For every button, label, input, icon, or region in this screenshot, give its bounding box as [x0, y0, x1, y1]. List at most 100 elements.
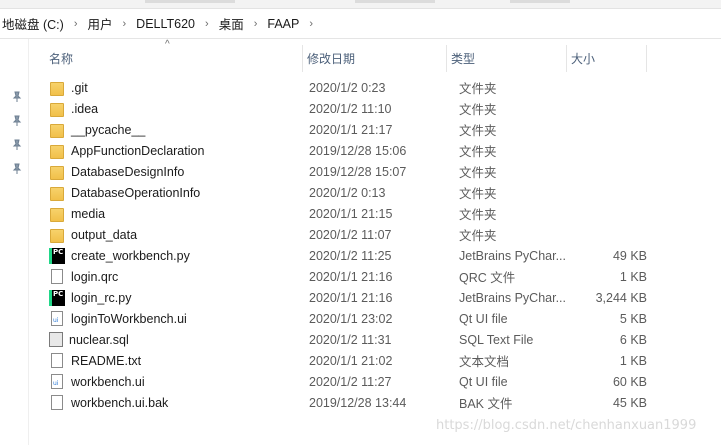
file-date: 2019/12/28 15:07 [309, 164, 407, 179]
column-header-date[interactable]: 修改日期 [303, 45, 447, 72]
file-size: 45 KB [612, 395, 647, 410]
file-name: DatabaseDesignInfo [71, 164, 185, 179]
breadcrumb-drive[interactable]: 地磁盘 (C:) [0, 9, 66, 38]
file-size: 1 KB [619, 269, 647, 284]
file-type: 文件夹 [459, 145, 497, 159]
file-name-cell: workbench.ui.bak [45, 395, 303, 410]
file-name: workbench.ui [71, 374, 145, 389]
folder-icon [50, 228, 64, 243]
file-type: 文本文档 [459, 355, 510, 369]
file-name-cell: README.txt [45, 353, 303, 368]
file-row[interactable]: __pycache__ 2020/1/1 21:17 文件夹 [45, 119, 695, 140]
sql-file-icon [49, 332, 63, 347]
file-row[interactable]: workbench.ui.bak 2019/12/28 13:44 BAK 文件 45… [45, 392, 695, 413]
pycharm-icon: PC [49, 289, 65, 306]
file-row[interactable]: PC login_rc.py 2020/1/1 21:16 JetBrains PyC… [45, 287, 695, 308]
file-name: README.txt [71, 353, 142, 368]
file-name: login_rc.py [71, 290, 132, 305]
file-size: 3,244 KB [595, 290, 647, 305]
column-header-row: ^ 名称 修改日期 类型 大小 [45, 39, 647, 72]
file-list: .git 2020/1/2 0:23 文件夹 .idea 2020/1/2 11:10 文… [45, 77, 695, 413]
file-row[interactable]: DatabaseDesignInfo 2019/12/28 15:07 文件夹 [45, 161, 695, 182]
navigation-pane [0, 39, 29, 445]
file-row[interactable]: README.txt 2020/1/1 21:02 文本文档 1 KB [45, 350, 695, 371]
file-name-cell: ui loginToWorkbench.ui [45, 311, 303, 326]
file-name: DatabaseOperationInfo [71, 185, 201, 200]
file-name: __pycache__ [71, 122, 146, 137]
chevron-right-icon[interactable]: › [254, 18, 258, 30]
chevron-right-icon[interactable]: › [309, 18, 313, 30]
file-type: BAK 文件 [459, 397, 513, 411]
file-type: 文件夹 [459, 103, 497, 117]
file-type: Qt UI file [459, 311, 508, 326]
pin-icon[interactable] [11, 115, 23, 127]
pin-icon[interactable] [11, 91, 23, 103]
file-type: 文件夹 [459, 82, 497, 96]
column-header-size[interactable]: 大小 [567, 45, 647, 72]
file-date: 2020/1/1 23:02 [309, 311, 393, 326]
file-name-cell: PC create_workbench.py [45, 247, 303, 264]
file-date: 2020/1/1 21:16 [309, 269, 393, 284]
file-row[interactable]: login.qrc 2020/1/1 21:16 QRC 文件 1 KB [45, 266, 695, 287]
file-row[interactable]: output_data 2020/1/2 11:07 文件夹 [45, 224, 695, 245]
file-row[interactable]: media 2020/1/1 21:15 文件夹 [45, 203, 695, 224]
file-name: media [71, 206, 106, 221]
file-date: 2020/1/1 21:02 [309, 353, 393, 368]
file-size: 60 KB [612, 374, 647, 389]
file-type: JetBrains PyChar... [459, 248, 566, 263]
file-date: 2020/1/2 11:27 [309, 374, 392, 389]
file-date: 2020/1/2 11:07 [309, 227, 392, 242]
ribbon-remnant [0, 0, 721, 9]
file-name: output_data [71, 227, 138, 242]
file-icon [51, 353, 63, 368]
pin-icon[interactable] [11, 163, 23, 175]
address-bar[interactable]: 地磁盘 (C:) › 用户 › DELLT620 › 桌面 › FAAP › [0, 9, 721, 39]
file-type: SQL Text File [459, 332, 534, 347]
column-header-name[interactable]: ^ 名称 [45, 39, 303, 72]
file-name-cell: ui workbench.ui [45, 374, 303, 389]
file-size: 1 KB [619, 353, 647, 368]
file-name-cell: DatabaseOperationInfo [45, 185, 303, 201]
file-row[interactable]: DatabaseOperationInfo 2020/1/2 0:13 文件夹 [45, 182, 695, 203]
pin-icon[interactable] [11, 139, 23, 151]
ui-file-icon: ui [51, 374, 63, 389]
pycharm-icon: PC [49, 247, 65, 264]
ui-file-icon: ui [51, 311, 63, 326]
file-type: 文件夹 [459, 187, 497, 201]
column-header-type-label: 类型 [451, 52, 476, 66]
file-type: 文件夹 [459, 166, 497, 180]
chevron-right-icon[interactable]: › [205, 18, 209, 30]
file-icon [51, 395, 63, 410]
file-row[interactable]: AppFunctionDeclaration 2019/12/28 15:06 文件… [45, 140, 695, 161]
file-name: loginToWorkbench.ui [71, 311, 187, 326]
file-name: login.qrc [71, 269, 119, 284]
file-name-cell: media [45, 206, 303, 222]
file-date: 2019/12/28 15:06 [309, 143, 407, 158]
file-type: Qt UI file [459, 374, 508, 389]
column-header-type[interactable]: 类型 [447, 45, 567, 72]
breadcrumb-faap[interactable]: FAAP [265, 9, 301, 38]
file-row[interactable]: PC create_workbench.py 2020/1/2 11:25 JetBr… [45, 245, 695, 266]
file-date: 2020/1/2 0:13 [309, 185, 386, 200]
ribbon-divider [510, 0, 570, 3]
file-name-cell: AppFunctionDeclaration [45, 144, 303, 159]
file-row[interactable]: nuclear.sql 2020/1/2 11:31 SQL Text File 6 … [45, 329, 695, 350]
file-row[interactable]: ui workbench.ui 2020/1/2 11:27 Qt UI file 60… [45, 371, 695, 392]
file-name: workbench.ui.bak [71, 395, 169, 410]
folder-icon [50, 165, 64, 180]
breadcrumb-desktop[interactable]: 桌面 [217, 9, 246, 38]
file-row[interactable]: .git 2020/1/2 0:23 文件夹 [45, 77, 695, 98]
file-date: 2020/1/1 21:17 [309, 122, 393, 137]
file-date: 2019/12/28 13:44 [309, 395, 407, 410]
breadcrumb-users[interactable]: 用户 [85, 9, 114, 38]
chevron-right-icon[interactable]: › [123, 18, 127, 30]
file-row[interactable]: ui loginToWorkbench.ui 2020/1/1 23:02 Qt UI… [45, 308, 695, 329]
file-date: 2020/1/1 21:15 [309, 206, 393, 221]
file-name-cell: .idea [45, 102, 303, 117]
file-name-cell: __pycache__ [45, 122, 303, 138]
file-row[interactable]: .idea 2020/1/2 11:10 文件夹 [45, 98, 695, 119]
folder-icon [50, 186, 64, 201]
file-size: 5 KB [619, 311, 647, 326]
breadcrumb-user[interactable]: DELLT620 [134, 9, 197, 38]
chevron-right-icon[interactable]: › [74, 18, 78, 30]
